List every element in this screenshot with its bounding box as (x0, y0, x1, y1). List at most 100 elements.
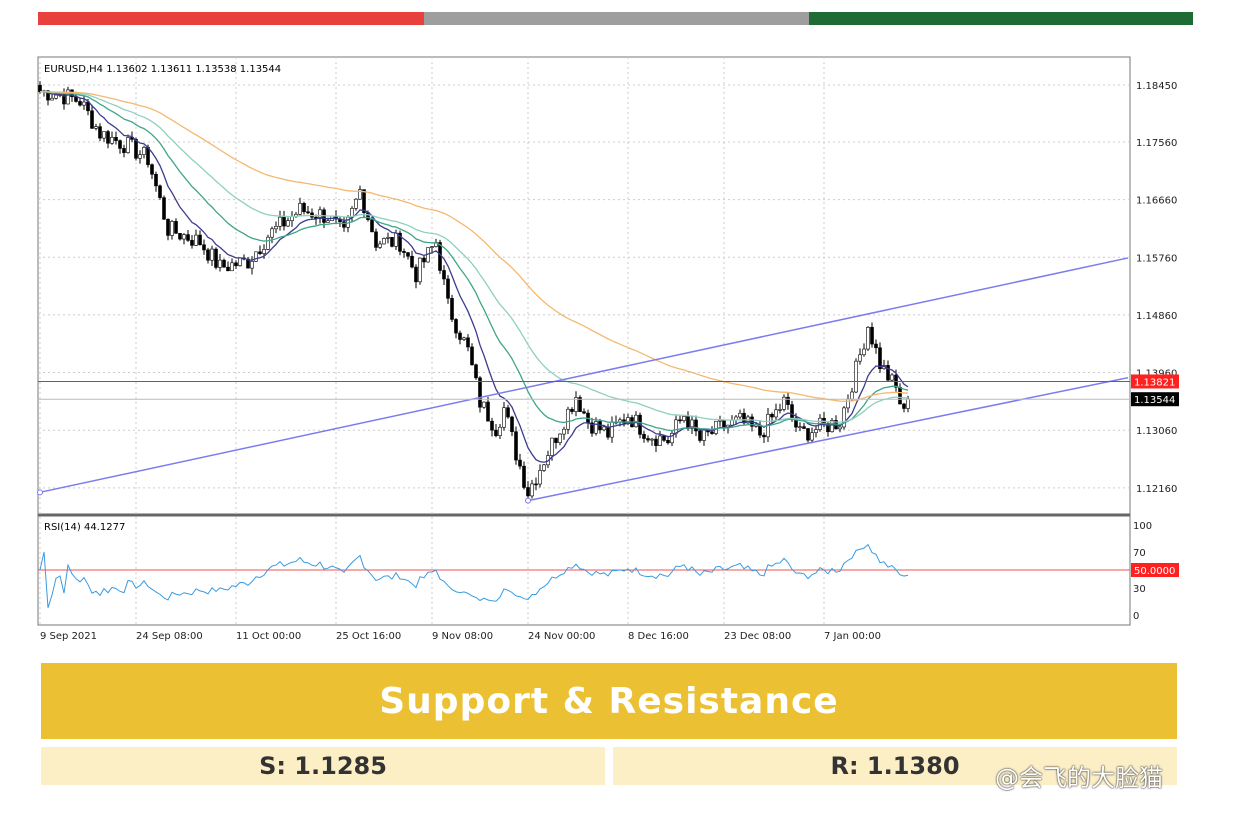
candle (446, 278, 450, 299)
candle (538, 470, 542, 485)
candle (266, 236, 270, 250)
candle (102, 131, 106, 139)
support-value: S: 1.1285 (41, 747, 605, 785)
candle (90, 110, 94, 129)
watermark: @会飞的大脸猫 (995, 764, 1163, 792)
resistance-price-label: 1.13821 (1134, 377, 1175, 388)
candle (454, 319, 458, 334)
channel-anchor[interactable] (37, 489, 43, 496)
candle (762, 434, 766, 438)
candle (854, 360, 858, 393)
candle (190, 240, 194, 246)
candle (514, 431, 518, 461)
candle (866, 327, 870, 350)
candle (138, 154, 142, 159)
candle (594, 421, 598, 434)
candle (414, 266, 418, 283)
candle (790, 404, 794, 419)
candle (890, 374, 894, 381)
candle (490, 420, 494, 431)
candle (38, 84, 42, 92)
candle (710, 431, 714, 434)
candle (562, 428, 566, 435)
candle (234, 262, 238, 267)
candle (542, 464, 546, 471)
candle (418, 257, 422, 283)
candle (258, 251, 262, 254)
candle (118, 140, 122, 149)
candle (758, 424, 762, 436)
candle (778, 409, 782, 411)
candle (382, 238, 386, 245)
candle (694, 419, 698, 432)
candle (78, 101, 82, 106)
x-tick-label: 7 Jan 00:00 (824, 631, 881, 642)
candle (650, 438, 654, 441)
candle (362, 189, 366, 213)
candle (226, 266, 230, 272)
rsi-level-label: 70 (1133, 548, 1146, 559)
candle (386, 237, 390, 239)
candle (722, 419, 726, 429)
candle (402, 251, 406, 253)
candle (814, 429, 818, 434)
candle (466, 337, 470, 348)
candle (110, 137, 114, 144)
candle (442, 270, 446, 280)
candle (178, 233, 182, 240)
candle (850, 391, 854, 400)
candle (54, 94, 58, 99)
candle (458, 332, 462, 340)
candle (174, 221, 178, 234)
rsi-level-label: 30 (1133, 584, 1146, 595)
candle (646, 438, 650, 441)
banner-title: Support & Resistance (41, 663, 1177, 739)
candle (798, 426, 802, 428)
candle (462, 337, 466, 340)
candle (142, 147, 146, 155)
candle (738, 412, 742, 418)
y-tick-label: 1.15760 (1136, 253, 1177, 264)
candle (554, 437, 558, 443)
candle (410, 255, 414, 268)
rsi-level-label: 100 (1133, 521, 1152, 532)
candle (94, 126, 98, 129)
candle (674, 419, 678, 434)
candle (106, 131, 110, 144)
candle (374, 231, 378, 248)
candle (802, 426, 806, 429)
candle (658, 435, 662, 446)
candle (494, 429, 498, 436)
x-tick-label: 23 Dec 08:00 (724, 631, 791, 642)
last-price-label: 1.13544 (1134, 395, 1175, 406)
candle (858, 354, 862, 362)
channel-anchor[interactable] (525, 497, 531, 504)
candle (198, 234, 202, 246)
candle (654, 438, 658, 446)
candle (906, 398, 910, 409)
x-tick-label: 25 Oct 16:00 (336, 631, 401, 642)
candle (518, 459, 522, 467)
price-chart: 1.184501.175601.166601.157601.148601.139… (37, 56, 1179, 642)
candle (82, 101, 86, 106)
candle (166, 218, 170, 236)
candle (846, 398, 850, 409)
candle (354, 198, 358, 209)
candle (390, 237, 394, 247)
candle (222, 259, 226, 268)
y-tick-label: 1.18450 (1136, 81, 1177, 92)
candle (158, 185, 162, 198)
candle (902, 403, 906, 409)
x-tick-label: 24 Sep 08:00 (136, 631, 203, 642)
candle (286, 220, 290, 227)
candle (570, 408, 574, 412)
candle (718, 419, 722, 422)
candle (550, 437, 554, 456)
candle (642, 434, 646, 439)
x-tick-label: 8 Dec 16:00 (628, 631, 689, 642)
candle (230, 262, 234, 272)
candle (122, 148, 126, 153)
candle (326, 220, 330, 223)
candle (422, 257, 426, 263)
candle (154, 173, 158, 187)
